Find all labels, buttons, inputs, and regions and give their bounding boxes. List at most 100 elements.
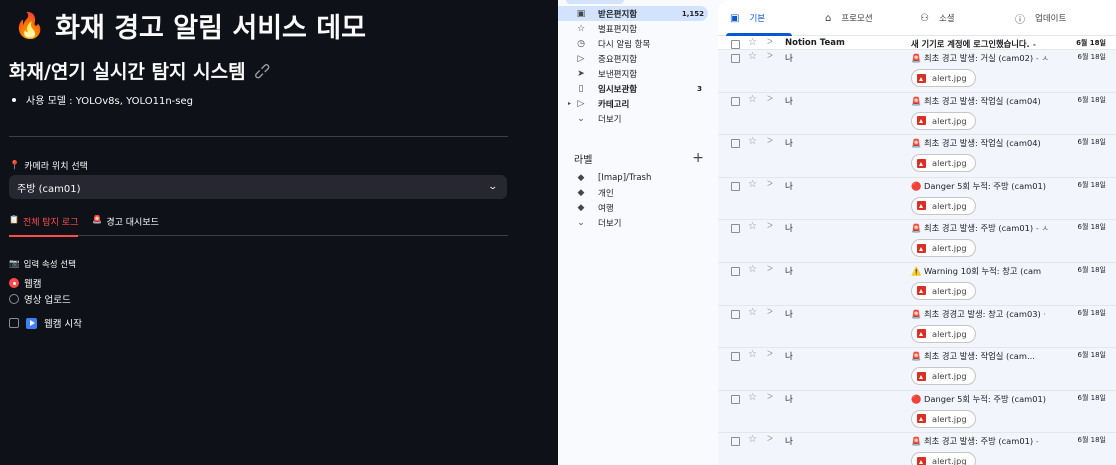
row-checkbox[interactable] [731, 139, 740, 149]
important-marker-icon[interactable]: ᐳ [767, 51, 773, 60]
mail-row[interactable]: ☆ ᐳ Notion Team 새 기기로 계정에 로그인했습니다. - 6월 18일 [718, 36, 1116, 50]
mail-date: 6월 18일 [1077, 53, 1106, 61]
mail-row[interactable]: ☆ ᐳ 나 🚨 최초 경고 발생: 작업실 (cam04) 6월 18일 alert.jp… [718, 92, 1116, 136]
important-marker-icon[interactable]: ᐳ [767, 136, 773, 145]
attachment-chip[interactable]: alert.jpg [911, 409, 976, 428]
attachment-chip[interactable]: alert.jpg [911, 452, 976, 465]
important-marker-icon[interactable]: ᐳ [767, 179, 773, 188]
mail-row[interactable]: ☆ ᐳ 나 ⚠️ Warning 10회 누적: 창고 (cam 6월 18일 alert… [718, 262, 1116, 306]
row-checkbox[interactable] [731, 54, 740, 63]
attachment-name: alert.jpg [932, 456, 967, 465]
star-icon[interactable]: ☆ [748, 392, 757, 403]
row-checkbox[interactable] [731, 437, 740, 447]
sidebar-item[interactable]: ⌄ 더보기 [558, 111, 718, 126]
link-icon[interactable]: ⊂⊃ [250, 58, 274, 82]
star-icon[interactable]: ☆ [748, 136, 757, 147]
sidebar-item[interactable]: ◷ 다시 알림 항목 [558, 36, 718, 51]
mail-row[interactable]: ☆ ᐳ 나 🚨 최초 경고 발생: 주방 (cam01) - ㅅ 6월 18일 alert… [718, 220, 1116, 263]
attachment-chip[interactable]: alert.jpg [911, 154, 976, 173]
mail-sender: 나 [785, 224, 793, 235]
radio-video-upload[interactable]: 영상 업로드 [9, 292, 71, 306]
important-marker-icon[interactable]: ᐳ [767, 94, 773, 103]
compose-button-edge[interactable] [566, 0, 624, 4]
mail-snippet: - [1029, 39, 1037, 49]
row-checkbox[interactable] [731, 352, 740, 362]
mail-row[interactable]: ☆ ᐳ 나 🚨 최초 경고 발생: 작업실 (cam... 6월 18일 alert.jp… [718, 348, 1116, 391]
attachment-chip[interactable]: alert.jpg [911, 239, 976, 258]
mail-row[interactable]: ☆ ᐳ 나 🔴 Danger 5회 누적: 주방 (cam01) 6월 18일 alert… [718, 390, 1116, 434]
important-marker-icon[interactable]: ᐳ [767, 37, 773, 46]
star-icon[interactable]: ☆ [748, 434, 757, 445]
sidebar-item[interactable]: ▸ ▷ 카테고리 [558, 96, 718, 111]
row-checkbox[interactable] [731, 224, 740, 234]
sidebar-item[interactable]: ▣ 받은편지함 1,152 [558, 6, 708, 21]
sidebar-item-label: 더보기 [598, 114, 622, 125]
attachment-chip[interactable]: alert.jpg [911, 69, 976, 87]
mail-row[interactable]: ☆ ᐳ 나 🚨 최초 경고 발생: 주방 (cam01) - 6월 18일 alert.j… [718, 433, 1116, 465]
caret-right-icon[interactable]: ▸ [568, 100, 571, 107]
star-icon[interactable]: ☆ [748, 94, 757, 105]
star-icon[interactable]: ☆ [748, 221, 757, 232]
star-icon[interactable]: ☆ [748, 179, 757, 190]
page-title: 🔥 화재 경고 알림 서비스 데모 [14, 6, 366, 45]
sidebar-item[interactable]: ▷ 중요편지함 [558, 51, 718, 66]
input-type-label-text: 입력 속성 선택 [23, 260, 76, 270]
star-icon[interactable]: ☆ [748, 37, 757, 48]
row-checkbox[interactable] [731, 40, 740, 49]
image-file-icon [917, 286, 926, 296]
camera-select-label: 📍 카메라 위치 선택 [9, 159, 88, 173]
row-checkbox[interactable] [731, 309, 740, 319]
mail-tab[interactable]: ▣ 기본 [718, 0, 813, 36]
webcam-start-checkbox[interactable]: 웹캠 시작 [9, 316, 82, 330]
image-file-icon [917, 414, 926, 424]
sidebar-item[interactable]: ▯ 임시보관함 3 [558, 81, 718, 96]
attachment-chip[interactable]: alert.jpg [911, 367, 976, 386]
star-icon[interactable]: ☆ [748, 349, 757, 360]
camera-select[interactable]: 주방 (cam01) ⌄ [9, 175, 507, 199]
label-item[interactable]: ◆ 여행 [558, 200, 718, 215]
sidebar-item[interactable]: ☆ 별표편지함 [558, 21, 718, 36]
important-marker-icon[interactable]: ᐳ [767, 307, 773, 316]
mail-subject: 🔴 Danger 5회 누적: 주방 (cam01) [911, 180, 1061, 192]
mail-row[interactable]: ☆ ᐳ 나 🚨 최초 경고 발생: 거실 (cam02) - ㅅ 6월 18일 alert… [718, 50, 1116, 93]
sidebar-item[interactable]: ➤ 보낸편지함 [558, 66, 718, 81]
mail-date: 6월 18일 [1077, 223, 1106, 232]
attachment-chip[interactable]: alert.jpg [911, 281, 976, 300]
mail-tab[interactable]: ⚇ 소셜 [908, 0, 1003, 36]
mail-list-panel: ▣ 기본 ⌂ 프로모션 ⚇ 소셜 ⓘ 업데이트 ☆ ᐳ Notion Team 새 기기로 계정에 … [718, 0, 1116, 465]
row-checkbox[interactable] [731, 96, 740, 106]
mail-subject-text: 🚨 최초 경고 발생: 작업실 (cam... [911, 351, 1035, 362]
mail-row[interactable]: ☆ ᐳ 나 🚨 최초 경고 발생: 작업실 (cam04) 6월 18일 alert.jp… [718, 135, 1116, 178]
section-heading-text: 화재/연기 실시간 탐지 시스템 [9, 61, 246, 83]
star-icon[interactable]: ☆ [748, 307, 757, 318]
important-marker-icon[interactable]: ᐳ [767, 264, 773, 273]
important-marker-icon[interactable]: ᐳ [767, 221, 773, 230]
tab-detection-log[interactable]: 📋 전체 탐지 로그 [9, 215, 79, 237]
sidebar-item-label: 중요편지함 [598, 54, 638, 65]
tab-alert-dashboard[interactable]: 🚨 경고 대시보드 [92, 215, 159, 236]
model-info-text: 사용 모델 : YOLOv8s, YOLO11n-seg [26, 96, 193, 107]
important-marker-icon[interactable]: ᐳ [767, 349, 773, 358]
important-marker-icon[interactable]: ᐳ [767, 392, 773, 401]
mail-row[interactable]: ☆ ᐳ 나 🚨 최초 경경고 발생: 창고 (cam03) · 6월 18일 alert.… [718, 305, 1116, 349]
attachment-chip[interactable]: alert.jpg [911, 196, 976, 215]
star-icon[interactable]: ☆ [748, 51, 757, 62]
row-checkbox[interactable] [731, 394, 740, 404]
attachment-chip[interactable]: alert.jpg [911, 111, 976, 130]
radio-webcam[interactable]: 웹캠 [9, 276, 41, 290]
important-marker-icon[interactable]: ᐳ [767, 434, 773, 443]
star-icon[interactable]: ☆ [748, 264, 757, 275]
mail-row[interactable]: ☆ ᐳ 나 🔴 Danger 5회 누적: 주방 (cam01) 6월 18일 alert… [718, 177, 1116, 221]
row-checkbox[interactable] [731, 181, 740, 191]
add-label-icon[interactable]: + [692, 150, 704, 166]
mail-tab[interactable]: ⓘ 업데이트 [1003, 0, 1098, 36]
attachment-chip[interactable]: alert.jpg [911, 324, 976, 343]
row-checkbox[interactable] [731, 266, 740, 276]
section-heading: 화재/연기 실시간 탐지 시스템 ⊂⊃ [9, 57, 274, 84]
mail-sender: Notion Team [785, 38, 845, 48]
label-item[interactable]: ⌄ 더보기 [558, 215, 718, 230]
mail-subject-text: 🔴 Danger 5회 누적: 주방 (cam01) [911, 393, 1047, 404]
mail-tab[interactable]: ⌂ 프로모션 [813, 0, 908, 36]
label-item[interactable]: ◆ [Imap]/Trash [558, 170, 718, 185]
label-item[interactable]: ◆ 개인 [558, 185, 718, 200]
